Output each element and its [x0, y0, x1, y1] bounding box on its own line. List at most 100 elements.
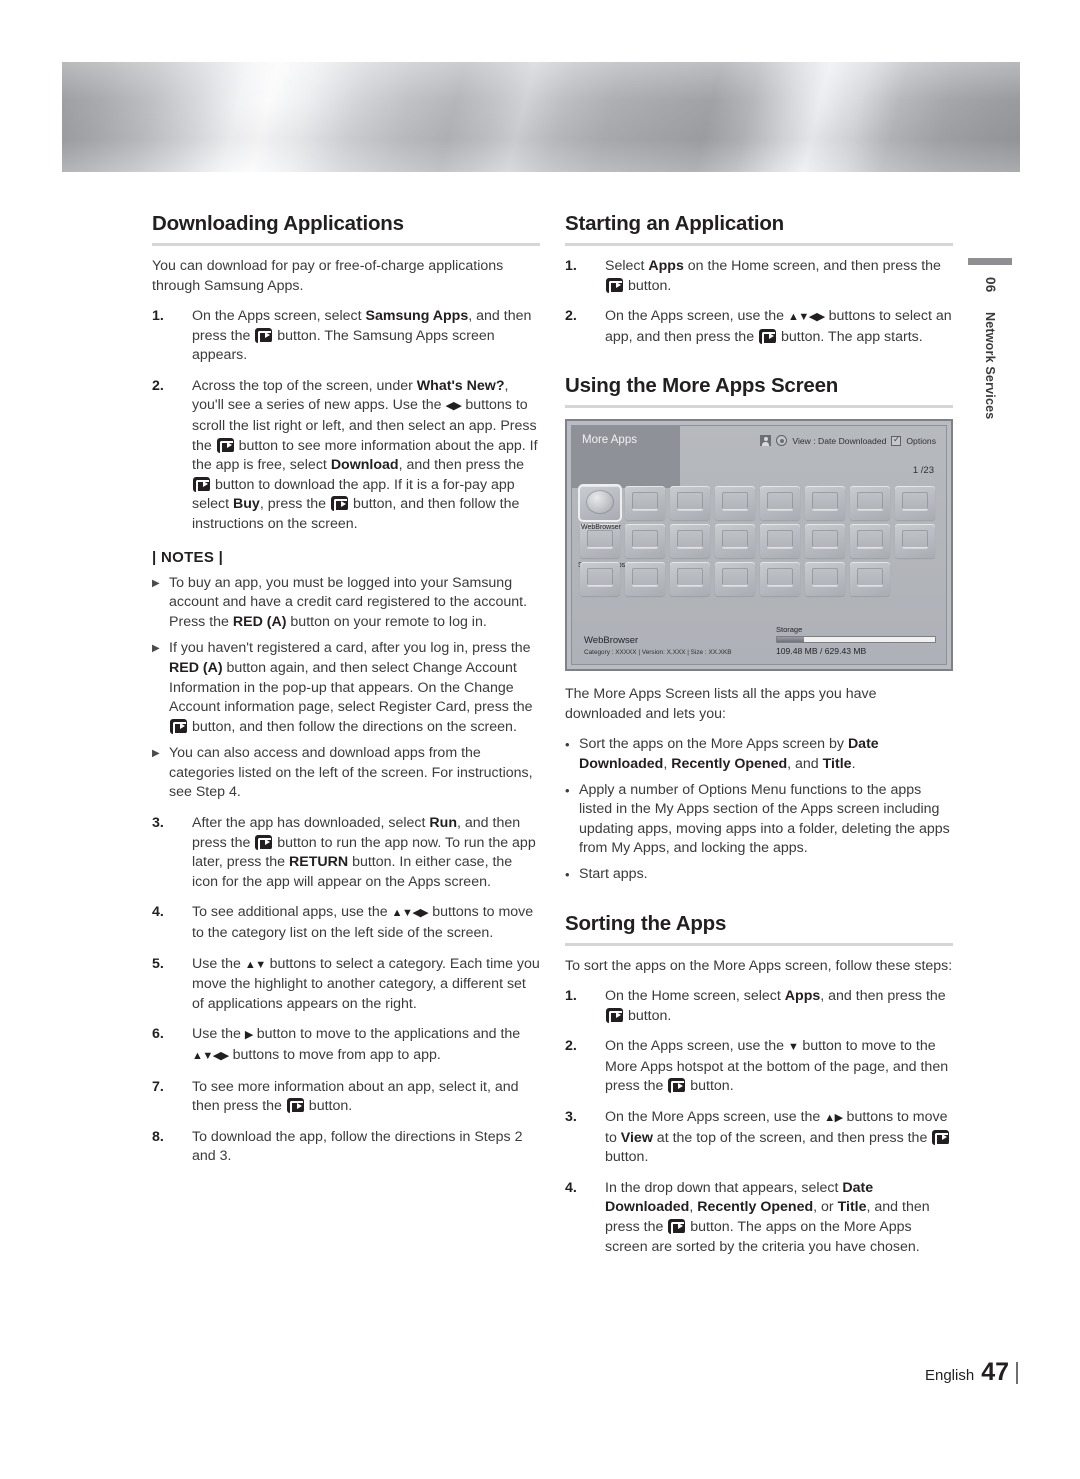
emphasis-text: RETURN [289, 854, 349, 871]
emphasis-text: Recently Opened [697, 1199, 814, 1216]
emphasis-text: Title [837, 1199, 867, 1216]
enter-button-icon [606, 277, 623, 294]
bullet-text: Apply a number of Options Menu functions… [579, 781, 950, 857]
app-tile[interactable] [715, 524, 755, 559]
emphasis-text: What's New? [416, 377, 505, 394]
options-label[interactable]: Options [906, 436, 936, 446]
triangle-bullet-icon: ▶ [152, 577, 160, 589]
app-tile[interactable] [625, 524, 665, 559]
step-item: 8. To download the app, follow the direct… [152, 1128, 540, 1167]
bullet-item: • Apply a number of Options Menu function… [565, 781, 953, 859]
step-text: After the app has downloaded, select Run… [192, 815, 536, 890]
chapter-side-tab: 06 Network Services [968, 258, 1012, 508]
tv-app-name: WebBrowser [584, 635, 639, 647]
step-item: 4. To see additional apps, use the ▲▼◀▶ b… [152, 903, 540, 943]
options-checkbox-icon[interactable] [891, 434, 902, 446]
step-number: 8. [152, 1128, 164, 1145]
steps-list-starting: 1. Select Apps on the Home screen, and th… [565, 257, 953, 347]
left-column: Downloading Applications You can downloa… [152, 212, 540, 1178]
app-tile[interactable] [670, 562, 710, 597]
step-number: 1. [565, 258, 577, 274]
right-column: Starting an Application 1. Select Apps on… [565, 212, 953, 1268]
note-text: To buy an app, you must be logged into y… [169, 574, 528, 630]
note-text: You can also access and download apps fr… [169, 745, 533, 801]
app-tile[interactable] [670, 524, 710, 559]
emphasis-text: Apps [648, 258, 684, 274]
step-text: Across the top of the screen, under What… [192, 377, 538, 532]
step-number: 2. [565, 308, 577, 325]
app-tile[interactable] [580, 562, 620, 597]
app-tile[interactable] [625, 562, 665, 597]
app-tile[interactable] [850, 486, 890, 521]
page-title-using-more-apps-screen: Using the More Apps Screen [565, 374, 839, 398]
emphasis-text: Title [822, 755, 852, 772]
triangle-bullet-icon: ▶ [152, 748, 160, 760]
tv-toolbar: View : Date Downloaded Options [760, 434, 936, 447]
storage-label: Storage [776, 625, 803, 635]
direction-arrows-icon: ▲▶ [824, 1112, 843, 1124]
app-tile[interactable] [805, 562, 845, 597]
app-tile[interactable] [760, 524, 800, 559]
step-item: 4. In the drop down that appears, select … [565, 1179, 953, 1257]
more-apps-bullet-list: • Sort the apps on the More Apps screen b… [565, 735, 953, 884]
enter-button-icon [216, 437, 234, 454]
app-tile[interactable] [715, 486, 755, 521]
bullet-item: • Start apps. [565, 865, 953, 885]
step-item: 3. After the app has downloaded, select R… [152, 814, 540, 892]
footer-language: English [924, 1367, 975, 1384]
app-tile[interactable] [850, 562, 890, 597]
app-tile[interactable] [850, 524, 890, 559]
step-item: 5. Use the ▲▼ buttons to select a categor… [152, 955, 540, 1015]
page-footer: English 47 [925, 1358, 1018, 1387]
tv-app-info: WebBrowser Category : XXXXX | Version: X… [584, 635, 732, 656]
title-rule [152, 243, 540, 246]
app-tile[interactable] [805, 524, 845, 559]
enter-button-icon [255, 327, 273, 344]
storage-progress-fill [777, 637, 804, 643]
enter-button-icon [193, 476, 210, 493]
footer-page-number: 47 [981, 1358, 1009, 1386]
app-tile[interactable] [760, 486, 800, 521]
intro-paragraph: You can download for pay or free-of-char… [152, 258, 504, 294]
steps-list-downloading: 1. On the Apps screen, select Samsung App… [152, 307, 540, 535]
enter-button-icon [255, 834, 273, 851]
app-tile-webbrowser[interactable]: WebBrowser [578, 484, 622, 531]
step-text: On the Apps screen, select Samsung Apps,… [192, 308, 532, 364]
step-text: To see more information about an app, se… [192, 1078, 519, 1115]
app-tile[interactable] [715, 562, 755, 597]
more-apps-screen-figure: More Apps View : Date Downloaded Options… [565, 419, 953, 672]
app-tile[interactable] [625, 486, 665, 521]
app-tile[interactable] [670, 486, 710, 521]
account-person-icon[interactable] [760, 435, 772, 447]
note-item: ▶ If you haven't registered a card, after… [152, 639, 540, 737]
view-circle-icon[interactable] [776, 435, 788, 447]
enter-button-icon [286, 1098, 304, 1115]
emphasis-text: Recently Opened [671, 755, 788, 772]
bullet-item: • Sort the apps on the More Apps screen b… [565, 735, 953, 774]
title-rule [565, 405, 953, 409]
step-text: On the Apps screen, use the ▼ button to … [605, 1038, 949, 1095]
direction-arrows-icon: ▲▼◀▶ [391, 907, 429, 920]
app-tile[interactable] [895, 486, 935, 521]
storage-progress-bar [776, 636, 936, 644]
app-tile-row: WebBrowser [578, 484, 938, 531]
step-number: 4. [565, 1179, 577, 1196]
tv-page-indicator: 1 /23 [912, 465, 934, 477]
emphasis-text: Download [330, 457, 399, 474]
tv-screen: More Apps View : Date Downloaded Options… [571, 425, 947, 666]
step-item: 3. On the More Apps screen, use the ▲▶ bu… [565, 1108, 953, 1168]
title-rule [565, 243, 953, 246]
view-label[interactable]: View : Date Downloaded [792, 436, 886, 446]
app-tile[interactable] [805, 486, 845, 521]
page-title-downloading-applications: Downloading Applications [152, 212, 404, 235]
app-tile[interactable] [895, 524, 935, 559]
round-bullet-icon: • [565, 866, 570, 882]
enter-button-icon [668, 1218, 686, 1235]
enter-button-icon [759, 328, 777, 345]
side-tab-text-group: 06 Network Services [983, 277, 998, 420]
step-number: 5. [152, 955, 164, 972]
step-number: 3. [565, 1109, 577, 1125]
app-tile-row [580, 562, 938, 597]
app-tile[interactable] [760, 562, 800, 597]
tv-screen-title: More Apps [572, 426, 680, 489]
